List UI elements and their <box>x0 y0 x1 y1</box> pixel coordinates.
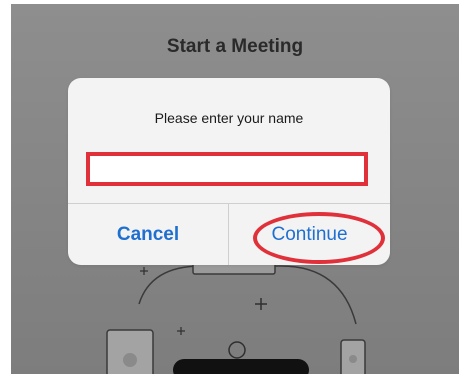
continue-button[interactable]: Continue <box>229 204 390 265</box>
phone-device-icon <box>106 329 154 374</box>
dialog-button-row: Cancel Continue <box>68 203 390 265</box>
dark-pill-overlay <box>173 359 309 374</box>
phone-device-icon-right <box>340 339 366 374</box>
dialog-message: Please enter your name <box>154 110 304 126</box>
cancel-button[interactable]: Cancel <box>68 204 228 265</box>
plus-icon-small <box>177 327 185 335</box>
screenshot-canvas: Start a Meeting Please enter your name C… <box>0 0 459 374</box>
plus-icon-left <box>140 267 148 275</box>
plus-icon <box>255 298 267 310</box>
name-prompt-dialog: Please enter your name Cancel Continue <box>68 78 390 265</box>
name-input[interactable] <box>86 152 368 186</box>
